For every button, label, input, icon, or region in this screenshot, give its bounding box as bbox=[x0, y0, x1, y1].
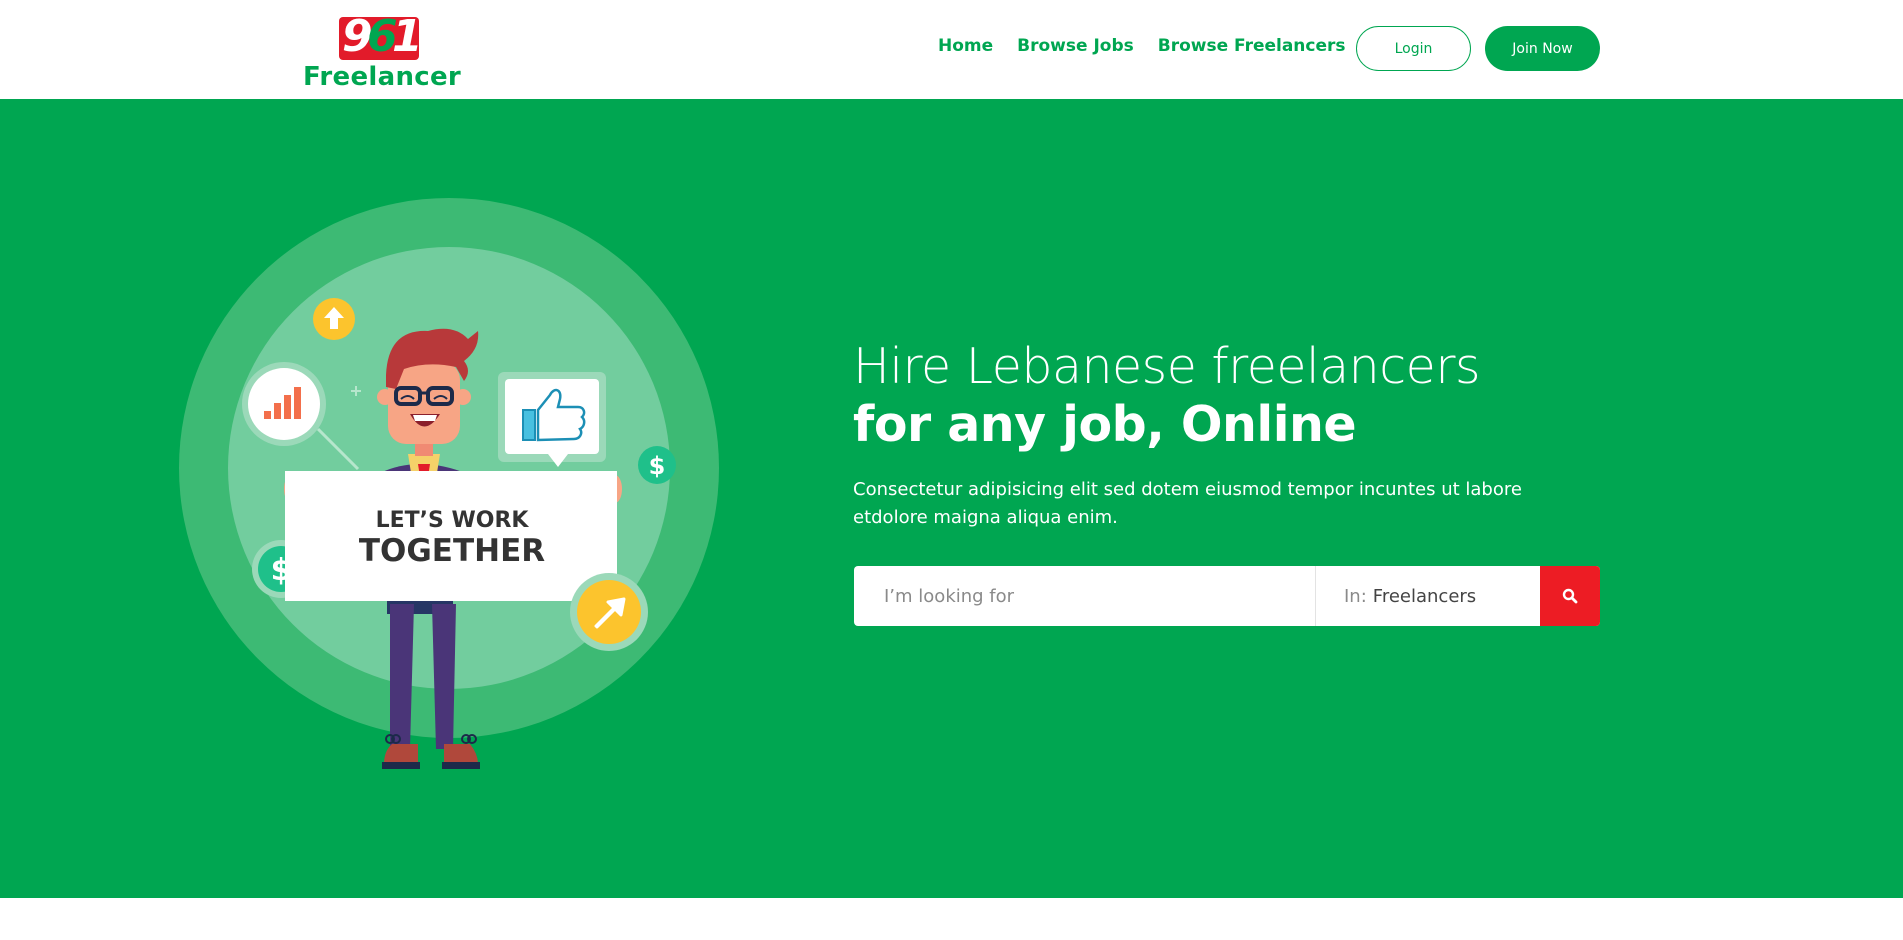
hero-illustration: $ $ LET’S WORK TOGETHER bbox=[179, 198, 719, 769]
svg-text:$: $ bbox=[649, 452, 666, 480]
logo-badge: 9 6 1 bbox=[339, 17, 419, 60]
main-nav: Home Browse Jobs Browse Freelancers bbox=[938, 36, 1346, 56]
site-logo[interactable]: 9 6 1 Freelancer bbox=[303, 17, 462, 92]
search-keyword-input[interactable] bbox=[854, 566, 1315, 626]
login-button[interactable]: Login bbox=[1356, 26, 1471, 71]
nav-home-link[interactable]: Home bbox=[938, 36, 993, 56]
sign-board: LET’S WORK TOGETHER bbox=[285, 471, 617, 601]
arrow-up-right-icon bbox=[570, 573, 648, 651]
bar-chart-icon bbox=[242, 362, 326, 446]
up-arrow-icon bbox=[313, 298, 355, 340]
thumbs-up-icon bbox=[498, 372, 606, 467]
search-icon bbox=[1562, 588, 1578, 604]
hero-headline: Hire Lebanese freelancers for any job, O… bbox=[853, 338, 1673, 454]
search-category-label: In: bbox=[1344, 585, 1367, 607]
search-category-value: Freelancers bbox=[1372, 585, 1477, 607]
headline-line2: for any job, Online bbox=[853, 396, 1357, 453]
headline-line1: Hire Lebanese freelancers bbox=[853, 338, 1481, 395]
sign-line2: TOGETHER bbox=[359, 533, 545, 569]
search-button[interactable] bbox=[1540, 566, 1600, 626]
nav-browse-freelancers-link[interactable]: Browse Freelancers bbox=[1158, 36, 1346, 56]
search-category-select[interactable]: In: Freelancers bbox=[1316, 566, 1541, 626]
logo-digit: 1 bbox=[392, 17, 419, 60]
hero-subtext: Consectetur adipisicing elit sed dotem e… bbox=[853, 479, 1522, 528]
logo-wordmark: Freelancer bbox=[303, 62, 462, 92]
join-now-button[interactable]: Join Now bbox=[1485, 26, 1600, 71]
site-header: 9 6 1 Freelancer Home Browse Jobs Browse… bbox=[0, 0, 1903, 99]
dollar-icon: $ bbox=[638, 446, 676, 484]
hero-search-bar: In: Freelancers bbox=[854, 566, 1600, 626]
sign-line1: LET’S WORK bbox=[376, 508, 530, 533]
nav-browse-jobs-link[interactable]: Browse Jobs bbox=[1017, 36, 1134, 56]
